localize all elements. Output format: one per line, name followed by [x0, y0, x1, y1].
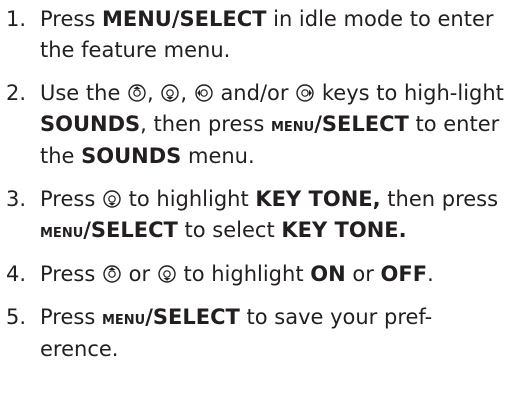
- step-text: Press: [40, 262, 102, 286]
- menu-smallcaps-label: MENU: [101, 307, 146, 329]
- menu-smallcaps-label: MENU: [40, 220, 84, 242]
- step-text: and/or: [213, 81, 296, 105]
- step-4: 4. Press or to highlight ON or OFF.: [0, 259, 511, 290]
- step-3: 3. Press to highlight KEY TONE, then pre…: [0, 184, 511, 247]
- select-label: /SELECT: [145, 305, 240, 329]
- key-tone-label: KEY TONE.: [281, 218, 407, 242]
- step-text: Press: [40, 7, 102, 31]
- right-key-icon: [296, 84, 314, 102]
- off-label: OFF: [380, 262, 428, 286]
- step-text: .: [427, 262, 434, 286]
- select-label: /SELECT: [314, 112, 409, 136]
- step-text: keys to high-light: [315, 81, 504, 105]
- step-text: Press: [40, 305, 102, 329]
- step-text: to select: [177, 218, 282, 242]
- step-text: , then press: [140, 112, 271, 136]
- down-key-icon: [158, 265, 176, 283]
- step-number: 3.: [6, 187, 27, 211]
- menu-smallcaps-label: MENU: [270, 114, 315, 136]
- step-text: Use the: [40, 81, 128, 105]
- up-key-icon: [128, 84, 146, 102]
- step-number: 5.: [6, 305, 27, 329]
- down-key-icon: [161, 84, 180, 102]
- sounds-label: SOUNDS: [81, 144, 182, 168]
- step-text: or: [121, 262, 157, 286]
- step-number: 2.: [6, 81, 27, 105]
- step-text: Press: [40, 187, 102, 211]
- step-text: to highlight: [176, 262, 311, 286]
- step-text: or: [345, 262, 381, 286]
- up-key-icon: [103, 265, 121, 283]
- step-number: 4.: [6, 262, 27, 286]
- down-key-icon: [103, 190, 121, 208]
- sounds-label: SOUNDS: [40, 112, 141, 136]
- step-2: 2. Use the , , and/or keys to high-light…: [0, 78, 511, 172]
- select-label: /SELECT: [83, 218, 178, 242]
- key-tone-label: KEY TONE,: [255, 187, 381, 211]
- instruction-page: 1. Press MENU/SELECT in idle mode to ent…: [0, 0, 511, 403]
- on-label: ON: [310, 262, 346, 286]
- step-text: to highlight: [121, 187, 256, 211]
- steps-list: 1. Press MENU/SELECT in idle mode to ent…: [0, 4, 511, 365]
- step-number: 1.: [6, 7, 27, 31]
- step-text: ,: [147, 81, 161, 105]
- step-5: 5. Press MENU/SELECT to save your pref-e…: [0, 302, 511, 365]
- step-text: ,: [180, 81, 194, 105]
- left-key-icon: [195, 84, 213, 102]
- menu-select-label: MENU/SELECT: [101, 7, 267, 31]
- step-text: then press: [380, 187, 499, 211]
- step-text: menu.: [181, 144, 255, 168]
- step-1: 1. Press MENU/SELECT in idle mode to ent…: [0, 4, 511, 66]
